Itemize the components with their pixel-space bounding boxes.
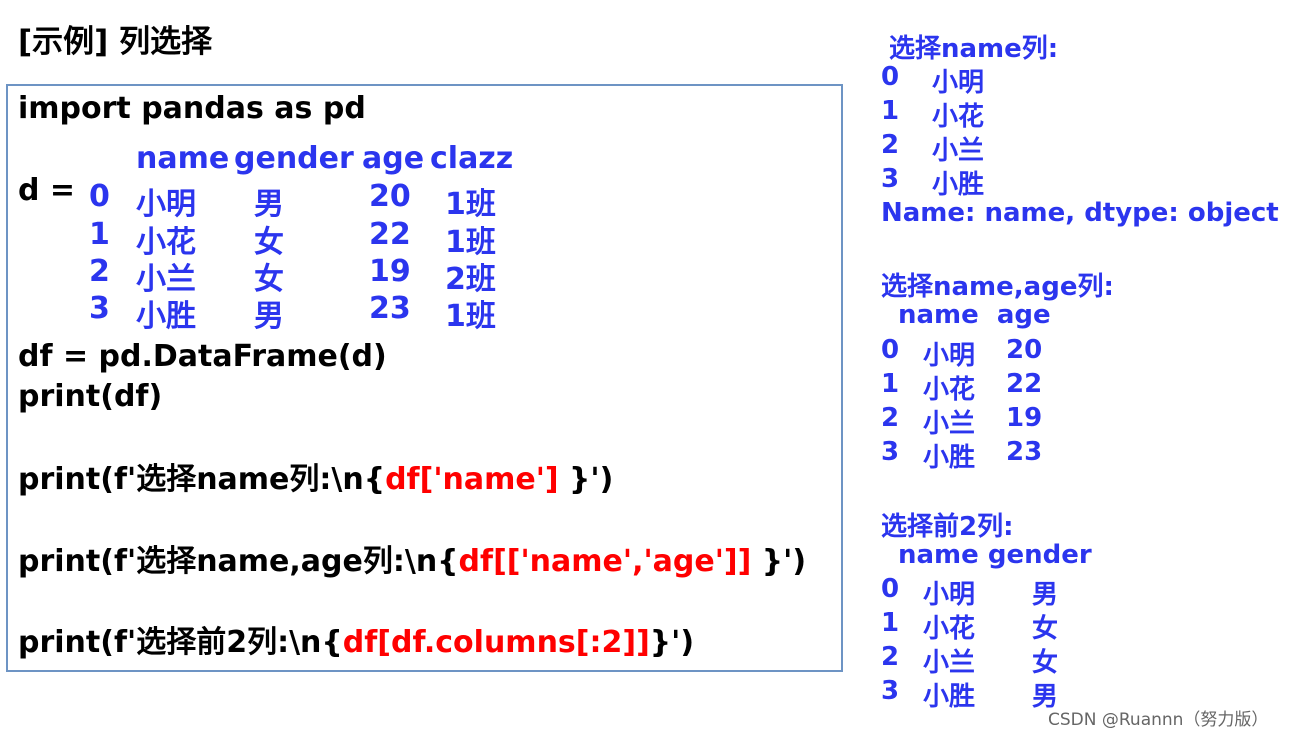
d-row-clazz: 1班 xyxy=(445,299,496,334)
print-suffix: }') xyxy=(751,544,807,579)
output2-header: name age xyxy=(898,300,1051,330)
print-suffix: }') xyxy=(558,462,614,497)
output3-name: 小胜 xyxy=(923,682,976,712)
output1-name: 小兰 xyxy=(932,136,985,166)
output3-index: 0 xyxy=(881,574,900,604)
code-dataframe-line: df = pd.DataFrame(d) xyxy=(18,339,387,374)
output3-index: 1 xyxy=(881,608,900,638)
d-table-col-name: name xyxy=(136,141,230,176)
output2-index: 3 xyxy=(881,437,900,467)
output3-index: 3 xyxy=(881,676,900,706)
print-expr: df['name'] xyxy=(385,462,559,497)
d-row-name: 小胜 xyxy=(136,299,196,334)
output3-name: 小明 xyxy=(923,580,976,610)
output1-name: 小花 xyxy=(932,102,985,132)
d-row-age: 19 xyxy=(369,254,411,289)
print-prefix: print(f'选择name,age列:\n{ xyxy=(18,544,459,579)
page-title: [示例] 列选择 xyxy=(18,24,213,60)
d-row-index: 2 xyxy=(89,254,110,289)
output2-name: 小兰 xyxy=(923,409,976,439)
d-row-age: 22 xyxy=(369,217,411,252)
output2-name: 小明 xyxy=(923,341,976,371)
output2-index: 1 xyxy=(881,369,900,399)
d-row-index: 1 xyxy=(89,217,110,252)
output2-age: 20 xyxy=(1006,335,1043,365)
output1-index: 2 xyxy=(881,130,900,160)
output1-name: 小胜 xyxy=(932,170,985,200)
output2-age: 19 xyxy=(1006,403,1043,433)
output3-name: 小花 xyxy=(923,614,976,644)
d-row-index: 0 xyxy=(89,179,110,214)
output3-name: 小兰 xyxy=(923,648,976,678)
output1-index: 3 xyxy=(881,164,900,194)
output1-index: 1 xyxy=(881,96,900,126)
output2-name: 小胜 xyxy=(923,443,976,473)
output2-age: 22 xyxy=(1006,369,1043,399)
code-d-label: d = xyxy=(18,173,76,208)
output3-header: name gender xyxy=(898,540,1092,570)
watermark: CSDN @Ruannn（努力版） xyxy=(1048,710,1269,730)
d-table-col-age: age xyxy=(362,141,425,176)
d-row-age: 23 xyxy=(369,291,411,326)
output2-index: 2 xyxy=(881,403,900,433)
d-row-age: 20 xyxy=(369,179,411,214)
print-expr: df[['name','age']] xyxy=(458,544,752,579)
print-prefix: print(f'选择前2列:\n{ xyxy=(18,625,343,660)
output3-title: 选择前2列: xyxy=(881,512,1014,542)
print-suffix: }') xyxy=(649,625,695,660)
code-import-line: import pandas as pd xyxy=(18,91,366,126)
output1-title: 选择name列: xyxy=(889,34,1059,64)
output1-name: 小明 xyxy=(932,68,985,98)
code-print-df-line: print(df) xyxy=(18,379,163,414)
print-expr: df[df.columns[:2]] xyxy=(342,625,650,660)
d-row-gender: 男 xyxy=(254,299,284,334)
print-prefix: print(f'选择name列:\n{ xyxy=(18,462,386,497)
output1-index: 0 xyxy=(881,62,900,92)
output1-dtype: Name: name, dtype: object xyxy=(881,198,1279,228)
output2-name: 小花 xyxy=(923,375,976,405)
output2-index: 0 xyxy=(881,335,900,365)
output3-gender: 女 xyxy=(1032,648,1059,678)
d-table-col-gender: gender xyxy=(234,141,354,176)
output3-index: 2 xyxy=(881,642,900,672)
output3-gender: 男 xyxy=(1032,580,1059,610)
d-row-index: 3 xyxy=(89,291,110,326)
output2-age: 23 xyxy=(1006,437,1043,467)
d-table-col-clazz: clazz xyxy=(430,141,514,176)
code-print-name-age-line: print(f'选择name,age列:\n{df[['name','age']… xyxy=(18,543,806,581)
output2-title: 选择name,age列: xyxy=(881,272,1114,302)
output3-gender: 女 xyxy=(1032,614,1059,644)
code-print-name-line: print(f'选择name列:\n{df['name'] }') xyxy=(18,461,613,499)
code-print-first2-line: print(f'选择前2列:\n{df[df.columns[:2]]}') xyxy=(18,624,694,662)
